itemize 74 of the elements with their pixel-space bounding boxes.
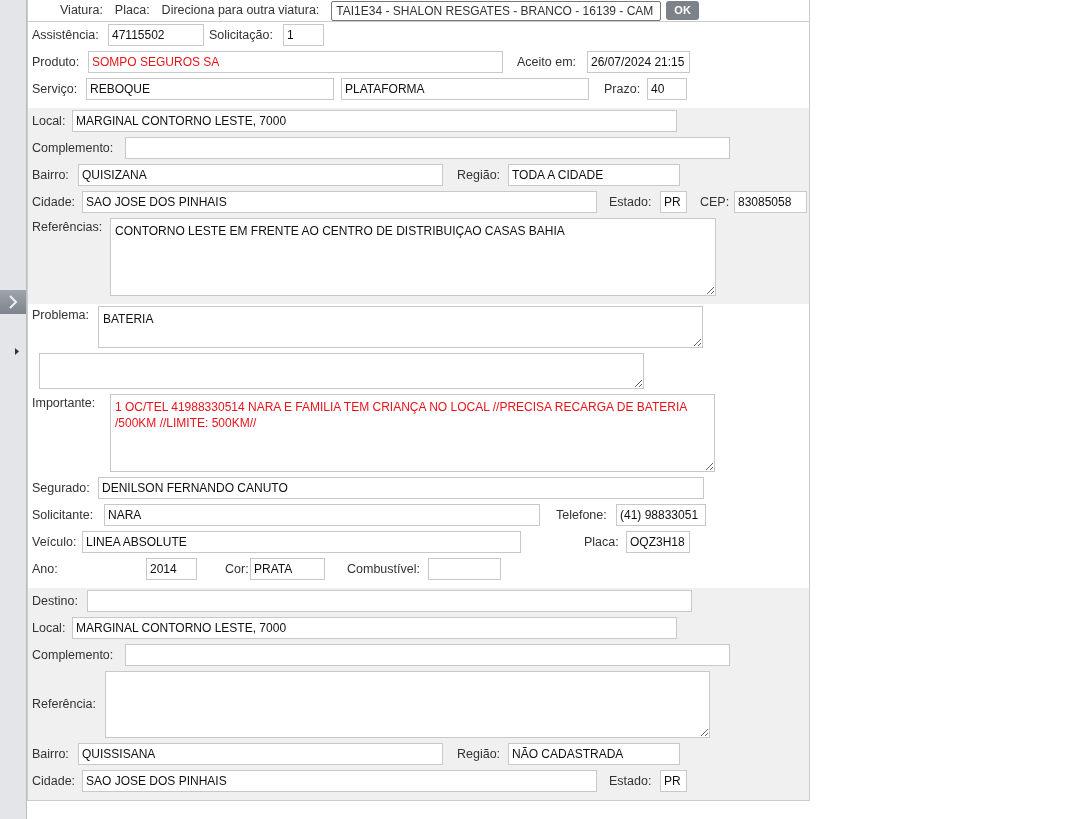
field-label: Aceito em:: [516, 53, 578, 71]
text-field[interactable]: [428, 558, 501, 580]
field-label: Placa:: [114, 2, 150, 20]
text-field[interactable]: SAO JOSE DOS PINHAIS: [82, 770, 597, 792]
field-label: Estado:: [608, 772, 653, 790]
field-label: Cidade:: [31, 193, 77, 211]
field-label: Solicitação:: [208, 26, 274, 44]
field-label: Assistência:: [31, 26, 100, 44]
field-label: Serviço:: [31, 80, 79, 98]
text-field[interactable]: 40: [647, 78, 687, 100]
field-label: Placa:: [583, 533, 620, 551]
expand-tab-button[interactable]: [0, 290, 26, 314]
field-label: Importante:: [31, 395, 97, 412]
text-field[interactable]: TODA A CIDADE: [508, 164, 680, 186]
field-label: Região:: [456, 745, 502, 763]
field-label: Combustível:: [346, 560, 421, 578]
text-field[interactable]: (41) 98833051: [616, 504, 706, 526]
text-field[interactable]: [125, 644, 730, 666]
field-label: Bairro:: [31, 745, 70, 763]
field-label: Cidade:: [31, 772, 77, 790]
field-label: Cor:: [224, 560, 248, 578]
field-label: Ano:: [31, 560, 59, 578]
field-label: Complemento:: [31, 646, 115, 664]
field-label: Bairro:: [31, 166, 70, 184]
field-label: Solicitante:: [31, 506, 95, 524]
text-field[interactable]: QUISSISANA: [78, 743, 443, 765]
field-label: Local:: [31, 619, 67, 637]
text-area[interactable]: [105, 671, 710, 738]
field-label: Referência:: [31, 696, 97, 714]
text-field[interactable]: SAO JOSE DOS PINHAIS: [82, 191, 597, 213]
text-field[interactable]: PR: [660, 191, 687, 213]
text-field[interactable]: PLATAFORMA: [341, 78, 589, 100]
text-field[interactable]: SOMPO SEGUROS SA: [88, 51, 503, 73]
field-label: Região:: [456, 166, 502, 184]
vehicle-select[interactable]: TAI1E34 - SHALON RESGATES - BRANCO - 16139 - CAM: [331, 0, 662, 21]
field-label: Complemento:: [31, 139, 115, 157]
field-label: Prazo:: [603, 80, 642, 98]
text-field[interactable]: 26/07/2024 21:15: [587, 51, 690, 73]
chevron-right-icon: [8, 295, 18, 309]
text-area[interactable]: 1 OC/TEL 41988330514 NARA E FAMILIA TEM CRIANÇA NO LOCAL //PRECISA RECARGA DE BATERIA /500KM //LIMITE: 500KM//: [110, 394, 715, 472]
field-label: Produto:: [31, 53, 81, 71]
field-label: Veículo:: [31, 533, 78, 551]
text-field[interactable]: DENILSON FERNANDO CANUTO: [98, 477, 704, 499]
text-field[interactable]: OQZ3H18: [626, 531, 690, 553]
text-field[interactable]: NÃO CADASTRADA: [508, 743, 680, 765]
text-field[interactable]: NARA: [104, 504, 540, 526]
text-field[interactable]: PRATA: [250, 558, 325, 580]
text-field[interactable]: [125, 137, 730, 159]
text-field[interactable]: [87, 590, 692, 612]
text-field[interactable]: PR: [660, 770, 687, 792]
field-label: Direciona para outra viatura:: [161, 2, 320, 20]
field-label: Referências:: [31, 219, 104, 236]
text-field[interactable]: QUISIZANA: [78, 164, 443, 186]
field-label: Estado:: [608, 193, 653, 211]
field-label: Telefone:: [555, 506, 608, 524]
caret-right-icon[interactable]: [15, 348, 19, 355]
text-field[interactable]: REBOQUE: [86, 78, 334, 100]
field-label: Problema:: [31, 307, 90, 324]
text-field[interactable]: MARGINAL CONTORNO LESTE, 7000: [72, 617, 677, 639]
field-label: Segurado:: [31, 479, 91, 497]
field-label: Local:: [31, 112, 67, 130]
ok-button[interactable]: OK: [666, 1, 699, 20]
text-field[interactable]: 2014: [146, 558, 197, 580]
text-area[interactable]: BATERIA: [98, 306, 703, 348]
field-label: Viatura:: [60, 2, 103, 20]
text-field[interactable]: 1: [283, 24, 324, 46]
field-label: Destino:: [31, 592, 79, 610]
text-area[interactable]: [39, 353, 644, 389]
field-label: CEP:: [699, 193, 731, 211]
text-area[interactable]: CONTORNO LESTE EM FRENTE AO CENTRO DE DISTRIBUIÇAO CASAS BAHIA: [110, 218, 716, 296]
text-field[interactable]: 83085058: [734, 191, 807, 213]
text-field[interactable]: 47115502: [108, 24, 204, 46]
text-field[interactable]: MARGINAL CONTORNO LESTE, 7000: [72, 110, 677, 132]
text-field[interactable]: LINEA ABSOLUTE: [82, 531, 521, 553]
